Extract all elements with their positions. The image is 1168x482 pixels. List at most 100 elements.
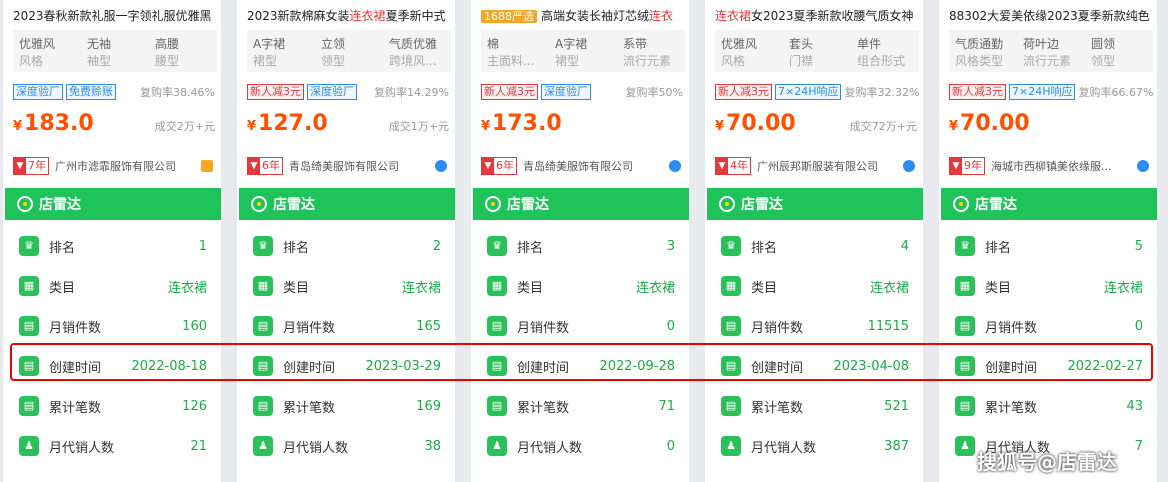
stat-value: 连衣裙: [167, 280, 207, 296]
product-card[interactable]: 2023春秋新款礼服一字领礼服优雅黑 优雅风 风格 无袖 袖型 高腰 腰型 深度验厂 免费赊账复…: [3, 0, 221, 482]
stat-value: 160: [182, 318, 207, 334]
repurchase-rate: 复购率50%: [625, 86, 683, 99]
product-card[interactable]: 2023新款棉麻女装连衣裙夏季新中式 A字裙 裙型 立领 领型 气质优雅 跨境风... 新人减…: [237, 0, 455, 482]
service-badge: 深度验厂: [13, 84, 63, 100]
stat-label: 月销件数: [283, 320, 336, 336]
attribute-value: 棉: [487, 37, 500, 51]
shop-name[interactable]: 海城市西柳镇美依缘服...: [991, 158, 1133, 174]
tmall-icon: ▼: [950, 158, 962, 174]
seller-years-badge: ▼ 4年: [715, 157, 751, 175]
water-drop-icon: [1137, 160, 1149, 172]
shop-row[interactable]: ▼ 6年 青岛绮美服饰有限公司: [481, 156, 681, 176]
selection-tag: 1688严选: [481, 10, 537, 23]
attribute-item: 立领 领型: [315, 30, 383, 72]
dianleida-header: 店雷达: [5, 188, 221, 220]
product-title[interactable]: 2023新款棉麻女装连衣裙夏季新中式: [247, 7, 449, 25]
stat-label: 类目: [49, 280, 76, 296]
stat-value: 4: [900, 238, 909, 254]
stat-row-rank: ♛ 排名 2: [253, 234, 441, 258]
badge-row: 新人减3元 深度验厂 复购率50%: [481, 84, 683, 100]
currency-symbol: ¥: [481, 119, 491, 134]
doc-icon: ▤: [487, 316, 507, 336]
title-text: 连衣裙: [715, 9, 752, 23]
doc-icon: ▤: [19, 396, 39, 416]
trophy-icon: ♛: [721, 236, 741, 256]
currency-symbol: ¥: [949, 119, 959, 134]
title-text: 连衣裙: [349, 9, 386, 23]
users-icon: ♟: [955, 436, 975, 456]
attribute-name: 腰型: [155, 54, 180, 68]
title-text: 2023春秋新款礼服一字领礼服优雅黑: [13, 9, 212, 23]
product-title[interactable]: 2023春秋新款礼服一字领礼服优雅黑: [13, 7, 215, 25]
stat-row-rank: ♛ 排名 5: [955, 234, 1143, 258]
attribute-panel: 气质通勤 风格类型 荷叶边 流行元素 圆领 领型: [949, 30, 1153, 72]
seller-years: 7年: [28, 159, 46, 172]
price: ¥70.00: [715, 110, 796, 141]
attribute-value: 高腰: [155, 37, 180, 51]
product-title[interactable]: 88302大爱美依缘2023夏季新款纯色: [949, 7, 1151, 25]
price: ¥173.0: [481, 110, 562, 141]
badge-row: 深度验厂 免费赊账 复购率38.46%: [13, 84, 215, 100]
repurchase-rate: 复购率32.32%: [844, 86, 920, 99]
stat-value: 连衣裙: [869, 280, 909, 296]
service-badge: 7×24H响应: [1009, 84, 1076, 100]
trophy-icon: ♛: [19, 236, 39, 256]
stat-row-total-orders: ▤ 累计笔数 521: [721, 394, 909, 418]
seller-years: 9年: [964, 159, 982, 172]
dianleida-header: 店雷达: [239, 188, 455, 220]
attribute-panel: 棉主面料... A字裙 裙型 系带 流行元素: [481, 30, 685, 72]
repurchase-rate: 复购率38.46%: [140, 86, 215, 99]
product-title[interactable]: 1688严选 高端女装长袖灯芯绒连衣: [481, 7, 683, 26]
attribute-name: 领型: [1091, 54, 1116, 68]
stat-row-monthly-sales: ▤ 月销件数 165: [253, 314, 441, 338]
badge-row: 新人减3元 7×24H响应 复购率32.32%: [715, 84, 920, 100]
shop-row[interactable]: ▼ 6年 青岛绮美服饰有限公司: [247, 156, 447, 176]
attribute-value: 优雅风: [19, 37, 56, 51]
attribute-panel: 优雅风 风格 套头 门襟 单件 组合形式: [715, 30, 919, 72]
stat-label: 类目: [517, 280, 544, 296]
water-drop-icon: [435, 160, 447, 172]
service-badge: 深度验厂: [307, 84, 357, 100]
shop-name[interactable]: 青岛绮美服饰有限公司: [523, 158, 665, 174]
attribute-name: 裙型: [555, 54, 580, 68]
stat-value: 3: [666, 238, 675, 254]
stat-label: 月代销人数: [517, 440, 583, 456]
crown-icon: [201, 160, 213, 172]
product-card[interactable]: 连衣裙女2023夏季新款收腰气质女神优雅风 风格 套头 门襟 单件 组合形式新人减3元 7×…: [705, 0, 923, 482]
product-card[interactable]: 88302大爱美依缘2023夏季新款纯色 气质通勤 风格类型 荷叶边 流行元素 圆领 领型新…: [939, 0, 1157, 482]
doc-icon: ▤: [19, 316, 39, 336]
plugin-name: 店雷达: [741, 197, 783, 213]
plugin-name: 店雷达: [975, 197, 1017, 213]
seller-years-badge: ▼ 9年: [949, 157, 985, 175]
plugin-name: 店雷达: [507, 197, 549, 213]
dianleida-logo-icon: [251, 196, 267, 212]
price-value: 127.0: [258, 111, 328, 136]
attribute-name: 裙型: [253, 54, 278, 68]
attribute-item: 优雅风 风格: [715, 30, 783, 72]
shop-row[interactable]: ▼ 7年 广州市滤霏服饰有限公司: [13, 156, 213, 176]
product-title[interactable]: 连衣裙女2023夏季新款收腰气质女神: [715, 7, 917, 25]
shop-name[interactable]: 青岛绮美服饰有限公司: [289, 158, 431, 174]
stat-label: 月代销人数: [283, 440, 349, 456]
stat-label: 累计笔数: [751, 400, 804, 416]
stat-value: 387: [884, 438, 909, 454]
attribute-name: 跨境风...: [389, 54, 437, 68]
tmall-icon: ▼: [14, 158, 26, 174]
stat-value: 521: [884, 398, 909, 414]
water-drop-icon: [669, 160, 681, 172]
shop-name[interactable]: 广州辰邦斯服装有限公司: [757, 158, 899, 174]
grid-icon: ▦: [955, 276, 975, 296]
stat-value: 169: [416, 398, 441, 414]
shop-row[interactable]: ▼ 4年 广州辰邦斯服装有限公司: [715, 156, 915, 176]
attribute-value: 立领: [321, 37, 346, 51]
users-icon: ♟: [19, 436, 39, 456]
attribute-name: 领型: [321, 54, 346, 68]
shop-row[interactable]: ▼ 9年 海城市西柳镇美依缘服...: [949, 156, 1149, 176]
product-card[interactable]: 1688严选 高端女装长袖灯芯绒连衣棉主面料... A字裙 裙型 系带 流行元素 新人减3元…: [471, 0, 689, 482]
attribute-value: A字裙: [555, 37, 588, 51]
attribute-item: 套头 门襟: [783, 30, 851, 72]
stat-label: 累计笔数: [985, 400, 1038, 416]
seller-years: 4年: [730, 159, 748, 172]
shop-name[interactable]: 广州市滤霏服饰有限公司: [55, 158, 197, 174]
price: ¥183.0: [13, 110, 94, 141]
